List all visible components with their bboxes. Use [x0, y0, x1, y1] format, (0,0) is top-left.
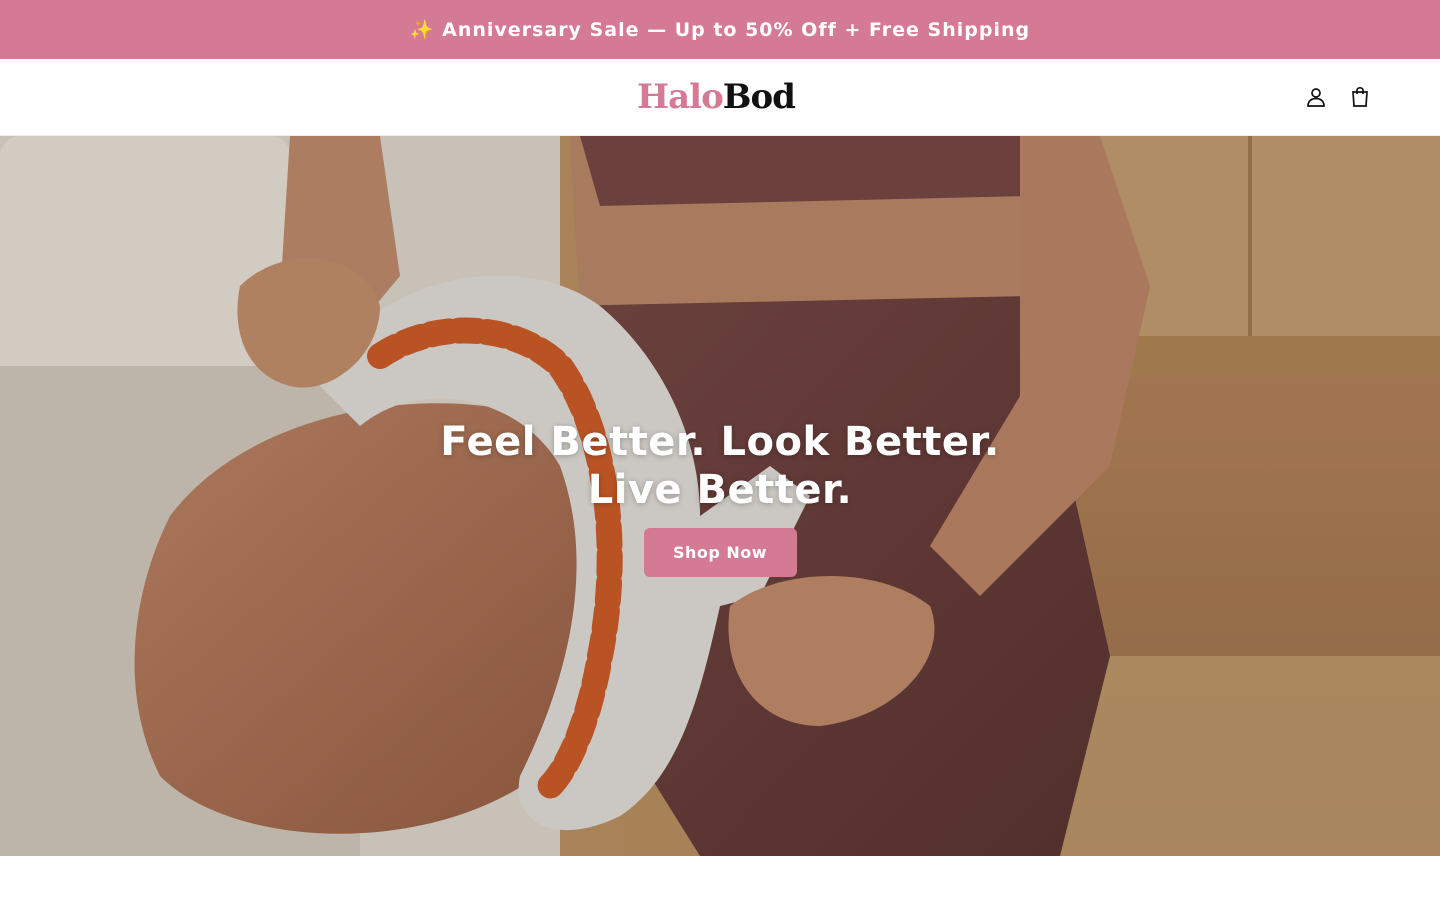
- header-icons: [1304, 85, 1372, 109]
- shop-now-button[interactable]: Shop Now: [643, 528, 797, 577]
- logo-bod: Bod: [722, 77, 796, 117]
- hero-title: Feel Better. Look Better. Live Better.: [440, 419, 1000, 513]
- announcement-bar: ✨ Anniversary Sale — Up to 50% Off + Fre…: [0, 0, 1440, 59]
- hero-content: Feel Better. Look Better. Live Better. S…: [420, 418, 1020, 577]
- logo-halo: Halo: [637, 77, 724, 117]
- account-icon[interactable]: [1304, 85, 1328, 109]
- brand-logo[interactable]: HaloBod: [637, 77, 796, 117]
- announcement-text: ✨ Anniversary Sale — Up to 50% Off + Fre…: [409, 19, 1031, 41]
- cart-icon[interactable]: [1348, 85, 1372, 109]
- site-header: HaloBod: [0, 59, 1440, 136]
- hero-banner: Feel Better. Look Better. Live Better. S…: [0, 136, 1440, 856]
